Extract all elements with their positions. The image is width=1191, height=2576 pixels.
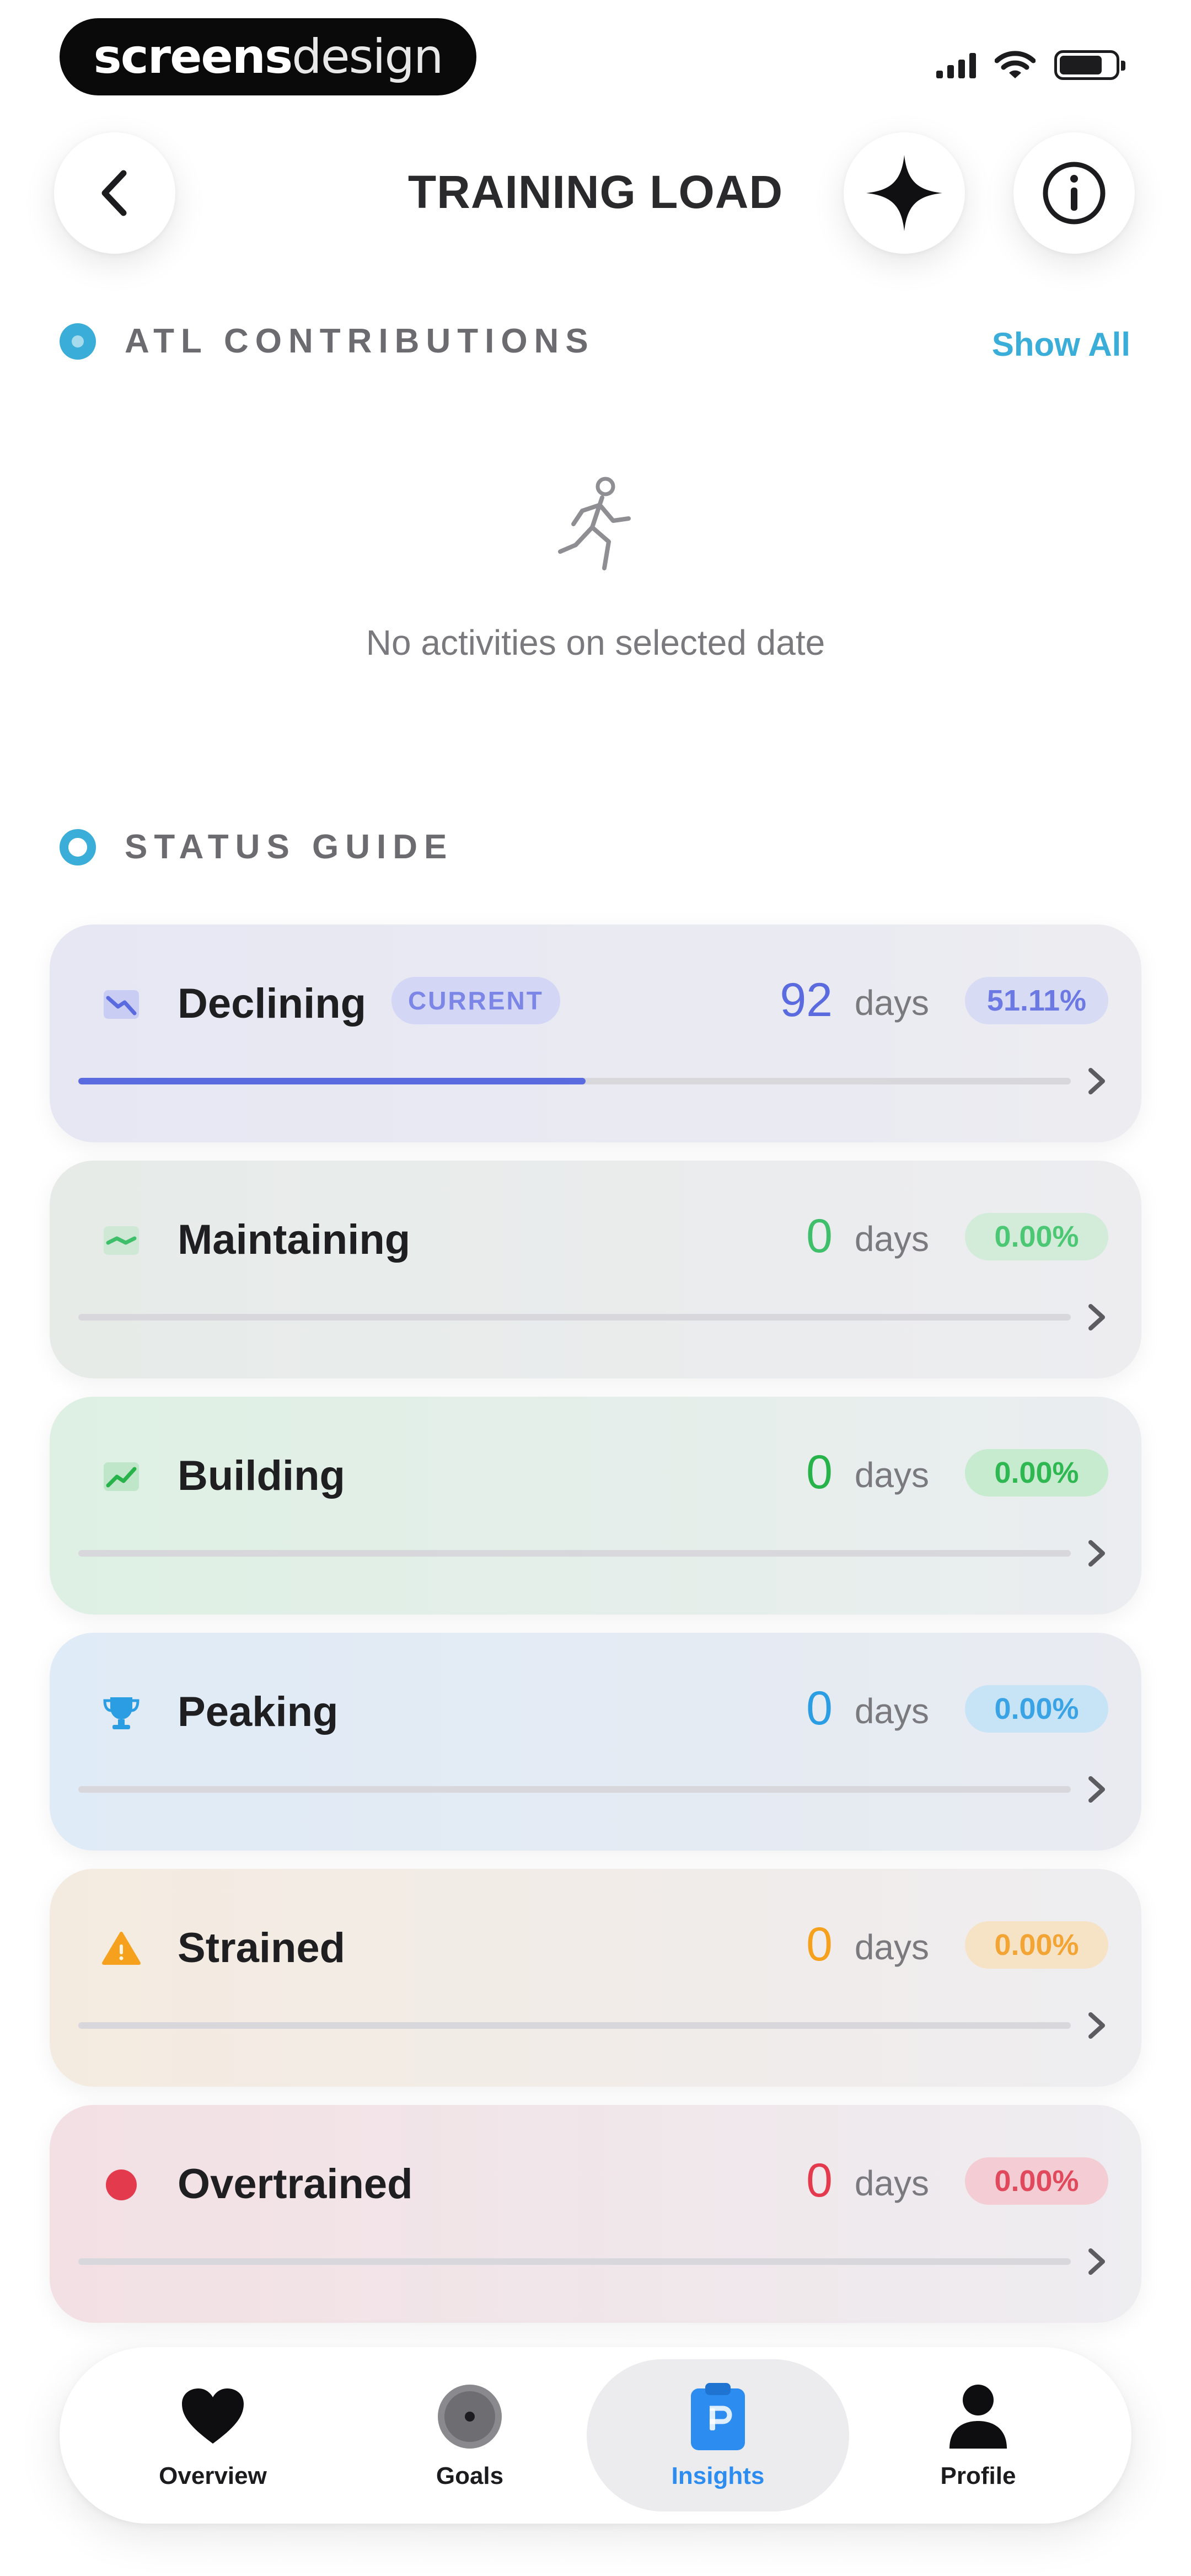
progress-track <box>78 1550 1071 1557</box>
days-count: 0 <box>806 2154 833 2207</box>
chevron-right-icon <box>1088 1776 1105 1803</box>
trophy-icon <box>94 1685 149 1740</box>
status-card-building[interactable]: Building 0 days 0.00% <box>50 1397 1141 1615</box>
days-count: 0 <box>806 1682 833 1735</box>
red-dot-icon <box>94 2157 149 2212</box>
chevron-right-icon <box>1088 1540 1105 1567</box>
training-load-screen: screens design TRAINING LOAD ATL CONTRIB… <box>0 0 1191 2576</box>
days-unit: days <box>854 1927 929 1967</box>
progress-track <box>78 1314 1071 1321</box>
status-label: Building <box>178 1452 345 1499</box>
wifi-icon <box>995 51 1036 78</box>
status-card-maintaining[interactable]: Maintaining 0 days 0.00% <box>50 1161 1141 1378</box>
section-ring-icon <box>60 829 96 865</box>
status-card-strained[interactable]: Strained 0 days 0.00% <box>50 1869 1141 2087</box>
tab-label: Insights <box>671 2462 765 2489</box>
cellular-signal-icon <box>936 52 976 78</box>
percent-badge: 0.00% <box>965 1921 1108 1969</box>
tab-profile[interactable]: Profile <box>847 2359 1109 2511</box>
watermark-part-1: screens <box>93 29 293 84</box>
person-icon <box>942 2381 1014 2452</box>
days-count: 0 <box>806 1210 833 1263</box>
days-count: 0 <box>806 1446 833 1499</box>
bottom-tab-bar: Overview Goals Insights Profile <box>60 2347 1131 2524</box>
percent-badge: 51.11% <box>965 977 1108 1024</box>
trending-down-icon <box>94 977 149 1032</box>
clipboard-icon <box>682 2381 754 2452</box>
status-guide-header: STATUS GUIDE <box>60 827 453 867</box>
tab-insights[interactable]: Insights <box>587 2359 849 2511</box>
status-guide-title: STATUS GUIDE <box>125 828 454 866</box>
days-unit: days <box>854 1219 929 1259</box>
chevron-right-icon <box>1088 2012 1105 2039</box>
sparkle-icon <box>866 155 942 231</box>
status-icons <box>936 50 1125 81</box>
tab-label: Overview <box>159 2462 267 2489</box>
status-label: Overtrained <box>178 2161 413 2208</box>
percent-badge: 0.00% <box>965 1449 1108 1497</box>
progress-track <box>78 1078 1071 1084</box>
steady-chart-icon <box>94 1213 149 1268</box>
atl-contributions-title: ATL CONTRIBUTIONS <box>125 322 595 360</box>
info-button[interactable] <box>1013 132 1135 254</box>
warning-icon <box>94 1921 149 1976</box>
days-unit: days <box>854 1691 929 1731</box>
progress-track <box>78 2258 1071 2265</box>
status-label: Declining <box>178 980 367 1027</box>
percent-badge: 0.00% <box>965 1685 1108 1733</box>
show-all-link[interactable]: Show All <box>992 325 1130 364</box>
progress-track <box>78 2022 1071 2029</box>
status-label: Strained <box>178 1925 346 1971</box>
page-title: TRAINING LOAD <box>407 166 784 218</box>
days-unit: days <box>854 2163 929 2203</box>
tab-goals[interactable]: Goals <box>339 2359 601 2511</box>
chevron-right-icon <box>1088 2248 1105 2275</box>
target-icon <box>434 2381 506 2452</box>
section-dot-icon <box>60 323 96 360</box>
tab-overview[interactable]: Overview <box>82 2359 344 2511</box>
progress-track <box>78 1786 1071 1793</box>
trending-up-icon <box>94 1449 149 1504</box>
status-card-overtrained[interactable]: Overtrained 0 days 0.00% <box>50 2105 1141 2323</box>
days-unit: days <box>854 983 929 1023</box>
tab-label: Goals <box>436 2462 504 2489</box>
atl-contributions-header: ATL CONTRIBUTIONS <box>60 322 595 361</box>
days-count: 0 <box>806 1918 833 1971</box>
status-label: Maintaining <box>178 1216 411 1263</box>
days-unit: days <box>854 1455 929 1495</box>
ai-sparkle-button[interactable] <box>844 132 965 254</box>
percent-badge: 0.00% <box>965 1213 1108 1260</box>
watermark-part-2: design <box>292 29 443 84</box>
days-count: 92 <box>780 974 833 1027</box>
tab-label: Profile <box>940 2462 1016 2489</box>
chevron-right-icon <box>1088 1068 1105 1094</box>
percent-badge: 0.00% <box>965 2157 1108 2205</box>
heart-icon <box>177 2381 249 2452</box>
battery-icon <box>1054 50 1125 80</box>
empty-state-text: No activities on selected date <box>366 623 825 662</box>
chevron-right-icon <box>1088 1304 1105 1330</box>
running-person-icon <box>558 477 631 570</box>
current-badge: CURRENT <box>391 977 560 1024</box>
status-card-peaking[interactable]: Peaking 0 days 0.00% <box>50 1633 1141 1851</box>
status-card-declining[interactable]: Declining CURRENT 92 days 51.11% <box>50 924 1141 1142</box>
status-label: Peaking <box>178 1688 339 1735</box>
info-icon <box>1043 162 1106 225</box>
screensdesign-watermark: screens design <box>60 18 476 95</box>
progress-fill <box>78 1078 586 1084</box>
